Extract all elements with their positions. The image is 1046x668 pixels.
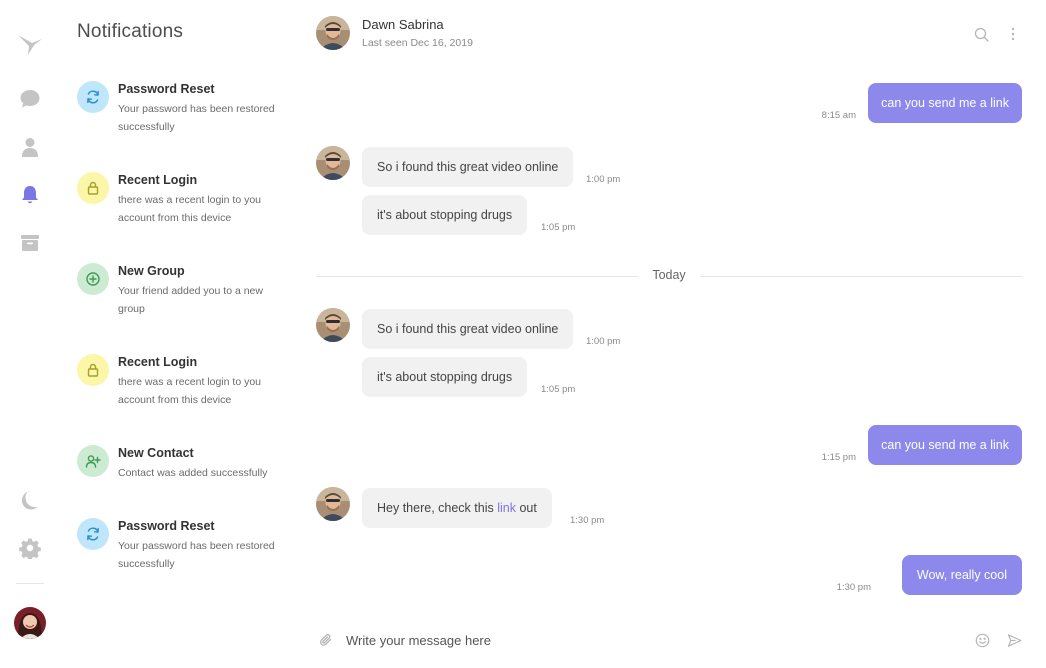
message-time: 1:30 pm — [570, 515, 605, 526]
message-bubble-incoming[interactable]: So i found this great video online — [362, 147, 574, 187]
message-time: 8:15 am — [821, 110, 856, 121]
notification-desc: Your password has been restored successf… — [118, 103, 275, 133]
message-time: 1:30 pm — [836, 582, 871, 593]
hummingbird-logo-icon[interactable] — [15, 28, 45, 58]
chat-panel: Dawn Sabrina Last seen Dec 16, 2019 can … — [300, 0, 1046, 668]
refresh-icon — [77, 518, 109, 550]
plus-circle-icon — [77, 263, 109, 295]
message-time: 1:15 pm — [821, 452, 856, 463]
message-bubble-incoming[interactable]: it's about stopping drugs — [362, 195, 528, 235]
message-text: Hey there, check this — [377, 501, 498, 515]
rail-divider — [16, 583, 44, 584]
notification-desc: Your friend added you to a new group — [118, 285, 263, 315]
notification-title: New Group — [118, 264, 185, 278]
day-separator-label: Today — [652, 268, 686, 282]
notification-title: Password Reset — [118, 82, 215, 96]
message-time: 1:05 pm — [541, 222, 576, 233]
lock-icon — [77, 354, 109, 386]
message-time: 1:05 pm — [541, 384, 576, 395]
moon-icon[interactable] — [15, 485, 45, 515]
notification-title: New Contact — [118, 446, 194, 460]
search-icon[interactable] — [972, 25, 990, 43]
contact-status: Last seen Dec 16, 2019 — [362, 37, 473, 49]
message-input[interactable] — [346, 628, 946, 652]
sidebar-nav — [0, 0, 60, 668]
day-separator: Today — [316, 268, 1022, 284]
notifications-panel: Notifications Password Reset Your passwo… — [60, 0, 300, 668]
message-bubble-outgoing[interactable]: Wow, really cool — [901, 555, 1022, 595]
user-plus-icon — [77, 445, 109, 477]
send-icon[interactable] — [1005, 631, 1023, 649]
notification-desc: there was a recent login to you account … — [118, 194, 262, 224]
notification-title: Password Reset — [118, 519, 215, 533]
notification-desc: Contact was added successfully — [118, 467, 268, 479]
message-bubble-incoming[interactable]: it's about stopping drugs — [362, 357, 528, 397]
message-text: out — [515, 501, 537, 515]
chat-bubble-icon[interactable] — [15, 84, 45, 114]
message-bubble-outgoing[interactable]: can you send me a link — [868, 425, 1022, 465]
user-icon[interactable] — [15, 132, 45, 162]
paperclip-icon[interactable] — [317, 631, 335, 649]
lock-icon — [77, 172, 109, 204]
message-time: 1:00 pm — [586, 174, 621, 185]
message-bubble-outgoing[interactable]: can you send me a link — [868, 83, 1022, 123]
contact-avatar[interactable] — [316, 146, 350, 180]
avatar[interactable] — [14, 607, 46, 639]
contact-avatar[interactable] — [316, 308, 350, 342]
archive-icon[interactable] — [15, 228, 45, 258]
message-time: 1:00 pm — [586, 336, 621, 347]
contact-name[interactable]: Dawn Sabrina — [362, 17, 444, 32]
refresh-icon — [77, 81, 109, 113]
notification-title: Recent Login — [118, 355, 198, 369]
bell-icon[interactable] — [15, 180, 45, 210]
notification-title: Recent Login — [118, 173, 198, 187]
notification-desc: Your password has been restored successf… — [118, 540, 275, 570]
notification-desc: there was a recent login to you account … — [118, 376, 262, 406]
message-link[interactable]: link — [497, 501, 516, 515]
contact-avatar[interactable] — [316, 16, 350, 50]
gear-icon[interactable] — [15, 533, 45, 563]
emoji-icon[interactable] — [973, 631, 991, 649]
more-vertical-icon[interactable] — [1004, 25, 1022, 43]
page-title: Notifications — [77, 21, 184, 42]
message-bubble-incoming[interactable]: Hey there, check this link out — [362, 488, 552, 528]
contact-avatar[interactable] — [316, 487, 350, 521]
message-bubble-incoming[interactable]: So i found this great video online — [362, 309, 574, 349]
